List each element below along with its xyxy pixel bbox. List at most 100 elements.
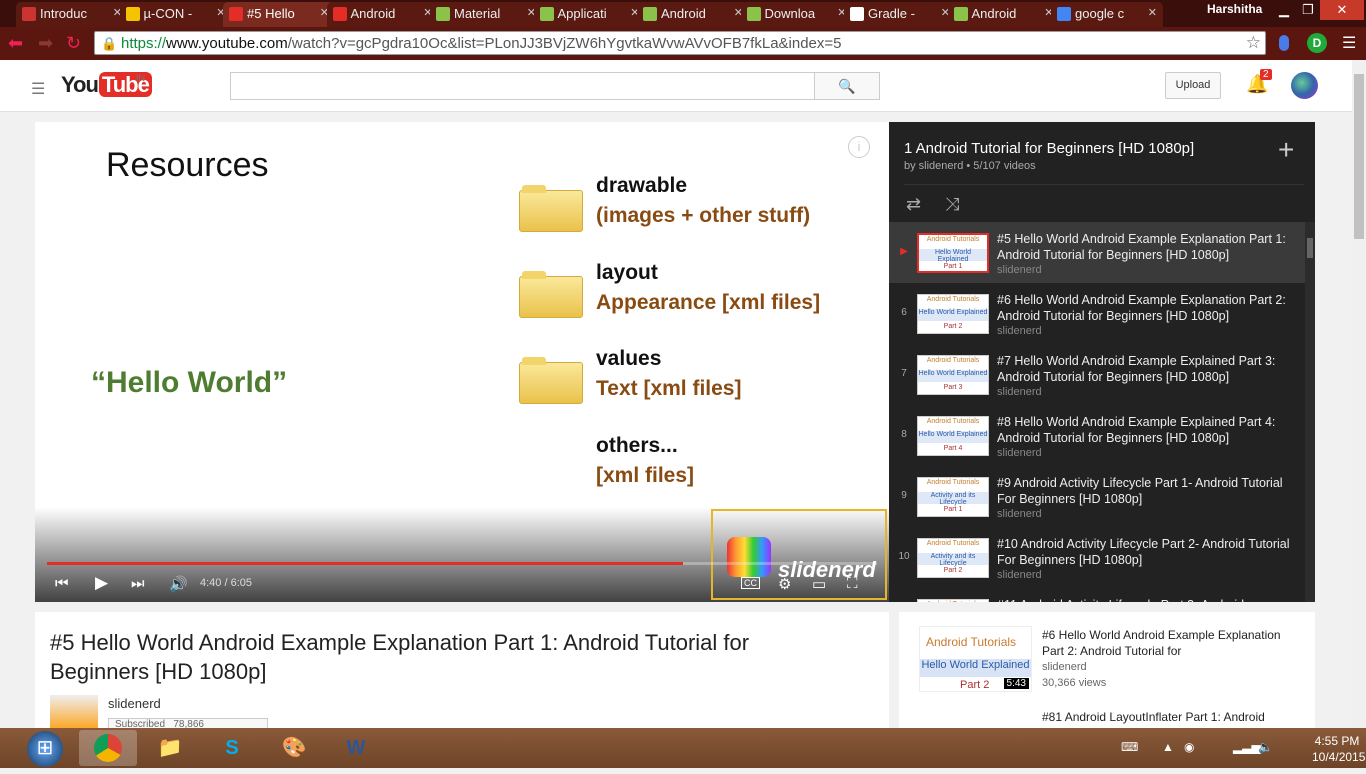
tab-close-icon[interactable]: ✕ (1148, 2, 1157, 25)
fullscreen-icon[interactable]: ⛶ (847, 575, 858, 592)
minimize-icon[interactable]: ▁ (1272, 0, 1296, 20)
related-title[interactable]: #6 Hello World Android Example Explanati… (1042, 627, 1292, 659)
guide-menu-icon[interactable]: ☰ (31, 79, 45, 99)
thumb-text: Android Tutorials (926, 296, 980, 303)
related-views: 30,366 views (1042, 677, 1107, 689)
browser-tab[interactable]: Introduc ✕ (16, 2, 128, 27)
keyboard-icon[interactable]: ⌨ (1121, 740, 1138, 754)
next-icon[interactable]: ⏭ (131, 575, 145, 592)
volume-icon[interactable]: 🔊 (169, 575, 188, 593)
playlist-item-channel: slidenerd (997, 264, 1042, 276)
browser-tab[interactable]: µ-CON - ✕ (119, 2, 232, 27)
playlist-thumbnail[interactable]: Android Tutorials Hello World Explained Pa… (917, 416, 989, 456)
playlist-item[interactable]: 8 Android Tutorials Hello World Explained P… (889, 405, 1305, 466)
browser-tab[interactable]: Gradle - ✕ (844, 2, 956, 27)
progress-played (47, 562, 683, 565)
progress-bar[interactable] (47, 562, 877, 565)
back-icon[interactable]: ⬅ (8, 34, 23, 52)
browser-tab[interactable]: Android ✕ (947, 2, 1060, 27)
clock[interactable]: 4:55 PM 10/4/2015 (1312, 733, 1366, 765)
playlist-item[interactable]: 6 Android Tutorials Hello World Explained P… (889, 283, 1305, 344)
paint-icon[interactable]: 🎨 (265, 730, 323, 766)
settings-icon[interactable]: ⚙ (778, 575, 791, 593)
menu-icon[interactable]: ☰ (1342, 33, 1356, 53)
previous-icon[interactable]: ⏮ (55, 575, 69, 592)
playlist-thumbnail[interactable]: Android Tutorials Hello World Explained Pa… (917, 233, 989, 273)
forward-icon[interactable]: ➡ (38, 34, 53, 52)
captions-button[interactable]: CC (741, 577, 760, 589)
bookmark-star-icon[interactable]: ☆ (1246, 33, 1261, 53)
play-icon[interactable]: ▶ (95, 573, 108, 593)
theater-mode-icon[interactable]: ▭ (812, 575, 826, 593)
playlist-item[interactable]: 7 Android Tutorials Hello World Explained P… (889, 344, 1305, 405)
chrome-icon[interactable] (79, 730, 137, 766)
thumb-text: Part 4 (943, 445, 963, 452)
browser-tab[interactable]: Android ✕ (637, 2, 749, 27)
playlist-item[interactable]: 9 Android Tutorials Activity and its Lifec… (889, 466, 1305, 527)
network-icon[interactable]: ▂▃▅ (1233, 740, 1261, 754)
slide-item-desc: [xml files] (596, 464, 695, 487)
thumb-text: Part 2 (943, 567, 963, 574)
search-button[interactable]: 🔍 (814, 72, 880, 100)
playlist-thumbnail[interactable]: Android Tutorials Hello World Explained Pa… (917, 355, 989, 395)
start-button[interactable]: ⊞ (27, 731, 63, 767)
folder-icon (519, 271, 583, 318)
close-window-icon[interactable]: ✕ (1320, 0, 1364, 20)
browser-tab[interactable]: Material ✕ (430, 2, 542, 27)
search-input[interactable] (230, 72, 815, 100)
clock-date: 10/4/2015 (1312, 750, 1366, 764)
playlist-thumbnail[interactable]: Android Tutorials Hello World Explained Pa… (917, 294, 989, 334)
video-player[interactable]: Resources “Hello World” drawable (images… (35, 122, 889, 602)
playlist-thumbnail[interactable]: Android TutorialsActivity and its Lifecy… (917, 538, 989, 578)
extension-icon[interactable]: D (1307, 33, 1327, 53)
add-playlist-icon[interactable]: + (1278, 134, 1294, 166)
file-explorer-icon[interactable]: 📁 (141, 730, 199, 766)
thumb-text: Part 1 (943, 263, 963, 270)
playlist-item-channel: slidenerd (997, 569, 1042, 581)
playlist-item[interactable]: ▶ Android Tutorials Hello World Explained P… (889, 222, 1305, 283)
shuffle-icon[interactable]: ⤨ (945, 194, 959, 215)
tab-label: Android (971, 6, 1017, 21)
channel-name[interactable]: slidenerd (108, 696, 161, 711)
tab-favicon-icon (229, 7, 243, 21)
profile-name[interactable]: Harshitha (1207, 2, 1262, 16)
notification-count: 2 (1260, 69, 1272, 80)
info-icon[interactable]: i (848, 136, 870, 158)
playlist-scrollbar-thumb[interactable] (1307, 238, 1313, 258)
playlist-item[interactable]: 10 Android Tutorials Activity and its Life… (889, 527, 1305, 588)
related-title[interactable]: #81 Android LayoutInflater Part 1: Andro… (1042, 710, 1302, 724)
maximize-icon[interactable]: ❐ (1296, 0, 1320, 20)
browser-tab[interactable]: #5 Hello ✕ (223, 2, 335, 27)
browser-tab[interactable]: google c ✕ (1051, 2, 1163, 27)
playlist-index: 8 (901, 429, 907, 440)
chrome-tray-icon[interactable]: ◉ (1184, 740, 1194, 754)
tab-favicon-icon (436, 7, 450, 21)
reload-icon[interactable]: ↻ (66, 34, 81, 52)
tab-favicon-icon (22, 7, 36, 21)
mic-icon[interactable] (1279, 35, 1289, 51)
related-channel[interactable]: slidenerd (1042, 661, 1087, 673)
browser-tab[interactable]: Android ✕ (326, 2, 439, 27)
loop-icon[interactable]: ⇄ (906, 194, 921, 215)
skype-icon[interactable]: S (203, 730, 261, 766)
address-bar[interactable]: 🔒 https://www.youtube.com/watch?v=gcPgdr… (94, 31, 1266, 55)
upload-button[interactable]: Upload (1165, 72, 1221, 99)
browser-tab[interactable]: Downloa ✕ (740, 2, 853, 27)
playlist-thumbnail[interactable]: Android TutorialsActivity and its Lifecy… (917, 599, 989, 602)
playlist-item[interactable]: 11Android TutorialsActivity and its Life… (889, 588, 1305, 602)
browser-tab[interactable]: Applicati ✕ (533, 2, 646, 27)
word-icon[interactable]: W (327, 730, 385, 766)
volume-tray-icon[interactable]: 🔈 (1258, 740, 1273, 754)
page-scrollbar[interactable] (1352, 60, 1366, 728)
thumb-text: Part 3 (943, 384, 963, 391)
thumb-text: Part 2 (943, 323, 963, 330)
playlist-scrollbar[interactable] (1305, 222, 1315, 602)
folder-icon (519, 185, 583, 232)
show-hidden-icons[interactable]: ▲ (1162, 740, 1174, 754)
playlist-thumbnail[interactable]: Android TutorialsActivity and its Lifecy… (917, 477, 989, 517)
playlist-title[interactable]: 1 Android Tutorial for Beginners [HD 108… (904, 140, 1194, 157)
avatar[interactable] (1291, 72, 1318, 99)
related-thumbnail[interactable]: Android Tutorials Hello World Explained … (919, 626, 1032, 692)
scrollbar-thumb[interactable] (1354, 74, 1364, 239)
playlist-index: 6 (901, 307, 907, 318)
